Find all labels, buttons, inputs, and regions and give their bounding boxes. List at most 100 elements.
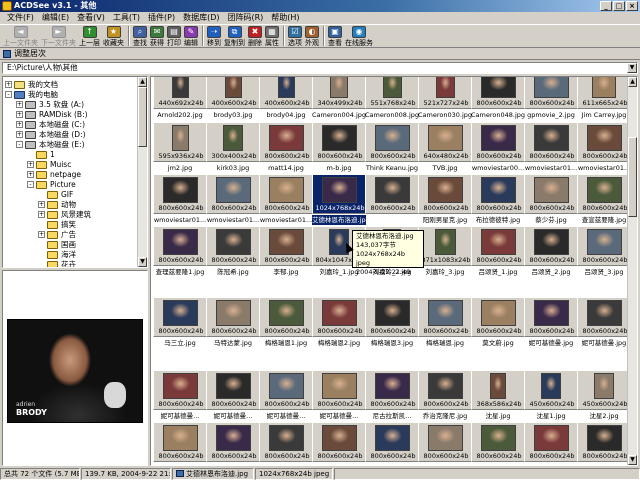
thumbnail-cell[interactable]: 400x600x24b brody04.jpg — [259, 77, 313, 121]
collapse-icon[interactable]: - — [27, 181, 34, 188]
thumbnail-cell[interactable]: 800x600x24b 马特达蒙.jpg — [206, 297, 260, 349]
tree-node[interactable]: + 我的文档 — [5, 79, 58, 90]
thumbnail-cell[interactable]: 800x600x24b — [312, 422, 366, 465]
expand-icon[interactable]: + — [5, 81, 12, 88]
thumbnail-cell[interactable]: 800x600x24b — [365, 174, 419, 226]
thumbnail-cell[interactable]: 450x600x24b 沈星1.jpg — [524, 370, 578, 422]
tree-node[interactable]: 花卉 — [38, 259, 76, 267]
thumbnail-cell[interactable]: 800x600x24b gpmovie_2.jpg — [524, 77, 578, 121]
thumbnail-cell[interactable]: 871x1083x24b 刘嘉玲_3.jpg — [418, 226, 472, 278]
tree-node[interactable]: + Muisc — [27, 159, 71, 170]
thumbnail-cell[interactable]: 368x586x24b 沈星.jpg — [471, 370, 525, 422]
expand-icon[interactable]: + — [16, 101, 23, 108]
menu-item-6[interactable]: 团阵码(R) — [223, 12, 267, 24]
tree-node[interactable]: + 本地磁盘 (D:) — [16, 129, 86, 140]
toolbar-button-15[interactable]: ☑ 选项 — [288, 25, 302, 47]
thumbnail-cell[interactable]: 800x600x24b 吕颂贤_2.jpg — [524, 226, 578, 278]
thumbnail-cell[interactable]: 340x499x24b Cameron004.jpg — [312, 77, 366, 121]
thumbnail-cell[interactable]: 450x600x24b 沈星2.jpg — [577, 370, 631, 422]
address-bar[interactable]: E:\Picture\人物\其他 ▼ — [2, 62, 638, 74]
thumbnail-cell[interactable]: 1024x768x24b 艾德林恩布洛迪.jpg — [312, 174, 366, 226]
tree-scrollbar[interactable]: ▲ ▼ — [137, 77, 147, 267]
tree-node[interactable]: + 本地磁盘 (C:) — [16, 119, 85, 130]
thumbnail-cell[interactable]: 521x727x24b Cameron030.jpg — [418, 77, 472, 121]
toolbar-button-11[interactable]: ⧉ 复制到 — [224, 25, 245, 47]
scroll-down-arrow-icon[interactable]: ▼ — [138, 257, 147, 267]
browser-scrollbar[interactable]: ▲ ▼ — [627, 77, 637, 465]
toolbar-button-16[interactable]: ◐ 外观 — [305, 25, 319, 47]
menu-item-2[interactable]: 查看(V) — [73, 12, 109, 24]
expand-icon[interactable]: + — [16, 121, 23, 128]
toolbar-button-19[interactable]: ◉ 在线服务 — [345, 25, 373, 47]
tree-scroll-thumb[interactable] — [138, 87, 147, 147]
toolbar-button-13[interactable]: ▦ 属性 — [265, 25, 279, 47]
thumbnail-cell[interactable]: 800x600x24b 陈冠希.jpg — [206, 226, 260, 278]
thumbnail-cell[interactable]: 800x600x24b — [471, 422, 525, 465]
thumbnail-cell[interactable]: 800x600x24b 妮可基德曼.jpg — [577, 297, 631, 349]
menu-item-5[interactable]: 数据库(D) — [179, 12, 223, 24]
expand-icon[interactable]: + — [27, 171, 34, 178]
toolbar-button-12[interactable]: ✖ 删除 — [248, 25, 262, 47]
thumbnail-cell[interactable]: 440x692x24b Arnold202.jpg — [153, 77, 207, 121]
tree-node[interactable]: 国画 — [38, 239, 76, 250]
thumbnail-cell[interactable]: 800x600x24b — [153, 422, 207, 465]
thumbnail-cell[interactable]: 800x600x24b 妮可基德曼... — [153, 370, 207, 422]
address-dropdown-arrow-icon[interactable]: ▼ — [627, 63, 637, 73]
menu-item-1[interactable]: 编辑(E) — [38, 12, 73, 24]
thumbnail-cell[interactable]: 595x936x24b jm2.jpg — [153, 122, 207, 174]
thumbnail-cell[interactable]: 800x600x24b wmoviestar01... — [206, 174, 260, 226]
tree-node[interactable]: 搞笑 — [38, 219, 76, 230]
thumbnail-cell[interactable]: 800x600x24b 梅格瑞恩.jpg — [418, 297, 472, 349]
folder-tree[interactable]: 花卉 海洋 国画 + 广告 搞笑 + 风景建筑 + 动物 GIF - Picture + netpage + M… — [2, 76, 148, 268]
minimize-button[interactable]: _ — [600, 1, 612, 11]
thumbnail-cell[interactable]: 800x600x24b 尼古拉斯凯... — [365, 370, 419, 422]
thumbnail-cell[interactable]: 800x600x24b 布拉德彼特.jpg — [471, 174, 525, 226]
toolbar-button-10[interactable]: ➝ 移到 — [207, 25, 221, 47]
close-button[interactable]: × — [626, 1, 638, 11]
thumbnail-cell[interactable]: 800x600x24b 吕颂贤_3.jpg — [577, 226, 631, 278]
toolbar-button-7[interactable]: ▤ 打印 — [167, 25, 181, 47]
thumbnail-cell[interactable]: 800x600x24b 查宣兹要隆.jpg — [577, 174, 631, 226]
thumbnail-cell[interactable]: 640x480x24b TVB.jpg — [418, 122, 472, 174]
thumbnail-cell[interactable]: 800x600x24b matt14.jpg — [259, 122, 313, 174]
thumbnail-cell[interactable]: 800x600x24b — [206, 422, 260, 465]
thumbnail-cell[interactable]: 800x600x24b — [418, 422, 472, 465]
thumbnail-cell[interactable]: 800x600x24b — [577, 422, 631, 465]
thumbnail-cell[interactable]: 800x600x24b — [259, 422, 313, 465]
thumbnail-cell[interactable]: 800x600x24b 马三立.jpg — [153, 297, 207, 349]
tree-node[interactable]: + 广告 — [38, 229, 76, 240]
thumbnail-cell[interactable]: 800x600x24b — [365, 422, 419, 465]
expand-icon[interactable]: + — [38, 211, 45, 218]
tree-node[interactable]: 1 — [27, 149, 55, 160]
collapse-icon[interactable]: - — [5, 91, 12, 98]
tree-node[interactable]: - 我的电脑 — [5, 89, 58, 100]
tree-node[interactable]: + 动物 — [38, 199, 76, 210]
scroll-up-arrow-icon[interactable]: ▲ — [628, 77, 637, 87]
toolbar-button-1[interactable]: ► 下一文件夹 — [41, 25, 76, 47]
toolbar-button-2[interactable]: ↑ 上一层 — [79, 25, 100, 47]
browser-scroll-thumb[interactable] — [628, 137, 637, 217]
thumbnail-cell[interactable]: 800x600x24b wmoviestar01... — [577, 122, 631, 174]
thumbnail-cell[interactable]: 800x600x24b wmoviestar01... — [524, 122, 578, 174]
tree-node[interactable]: 海洋 — [38, 249, 76, 260]
thumbnail-cell[interactable]: 800x600x24b wmoviestar00... — [471, 122, 525, 174]
tree-node[interactable]: +3.5 软盘 (A:) — [16, 99, 84, 110]
thumbnail-cell[interactable]: 800x600x24b 妮可基德曼... — [312, 370, 366, 422]
scroll-down-arrow-icon[interactable]: ▼ — [628, 455, 637, 465]
thumbnail-cell[interactable]: 800x600x24b 妮可基德曼... — [206, 370, 260, 422]
thumbnail-cell[interactable]: 551x768x24b Cameron008.jpg — [365, 77, 419, 121]
toolbar-button-0[interactable]: ◄ 上一文件夹 — [3, 25, 38, 47]
toolbar-button-3[interactable]: ★ 收藏夹 — [103, 25, 124, 47]
toolbar-button-5[interactable]: ⌕ 查找 — [133, 25, 147, 47]
thumbnail-cell[interactable]: 800x600x24b 李郁.jpg — [259, 226, 313, 278]
thumbnail-cell[interactable]: 800x600x24b wmoviestar01... — [153, 174, 207, 226]
tree-node[interactable]: + RAMDisk (B:) — [16, 109, 88, 120]
expand-icon[interactable]: + — [16, 111, 23, 118]
thumbnail-cell[interactable]: 800x600x24b 梅格瑞恩3.jpg — [365, 297, 419, 349]
thumbnail-cell[interactable]: 800x600x24b 妮可基德曼... — [259, 370, 313, 422]
maximize-button[interactable]: □ — [613, 1, 625, 11]
tree-node[interactable]: + netpage — [27, 169, 81, 180]
thumbnail-cell[interactable]: 800x600x24b 梅格瑞恩1.jpg — [259, 297, 313, 349]
menu-item-4[interactable]: 插件(P) — [144, 12, 179, 24]
toolbar-button-18[interactable]: ▣ 查看 — [328, 25, 342, 47]
